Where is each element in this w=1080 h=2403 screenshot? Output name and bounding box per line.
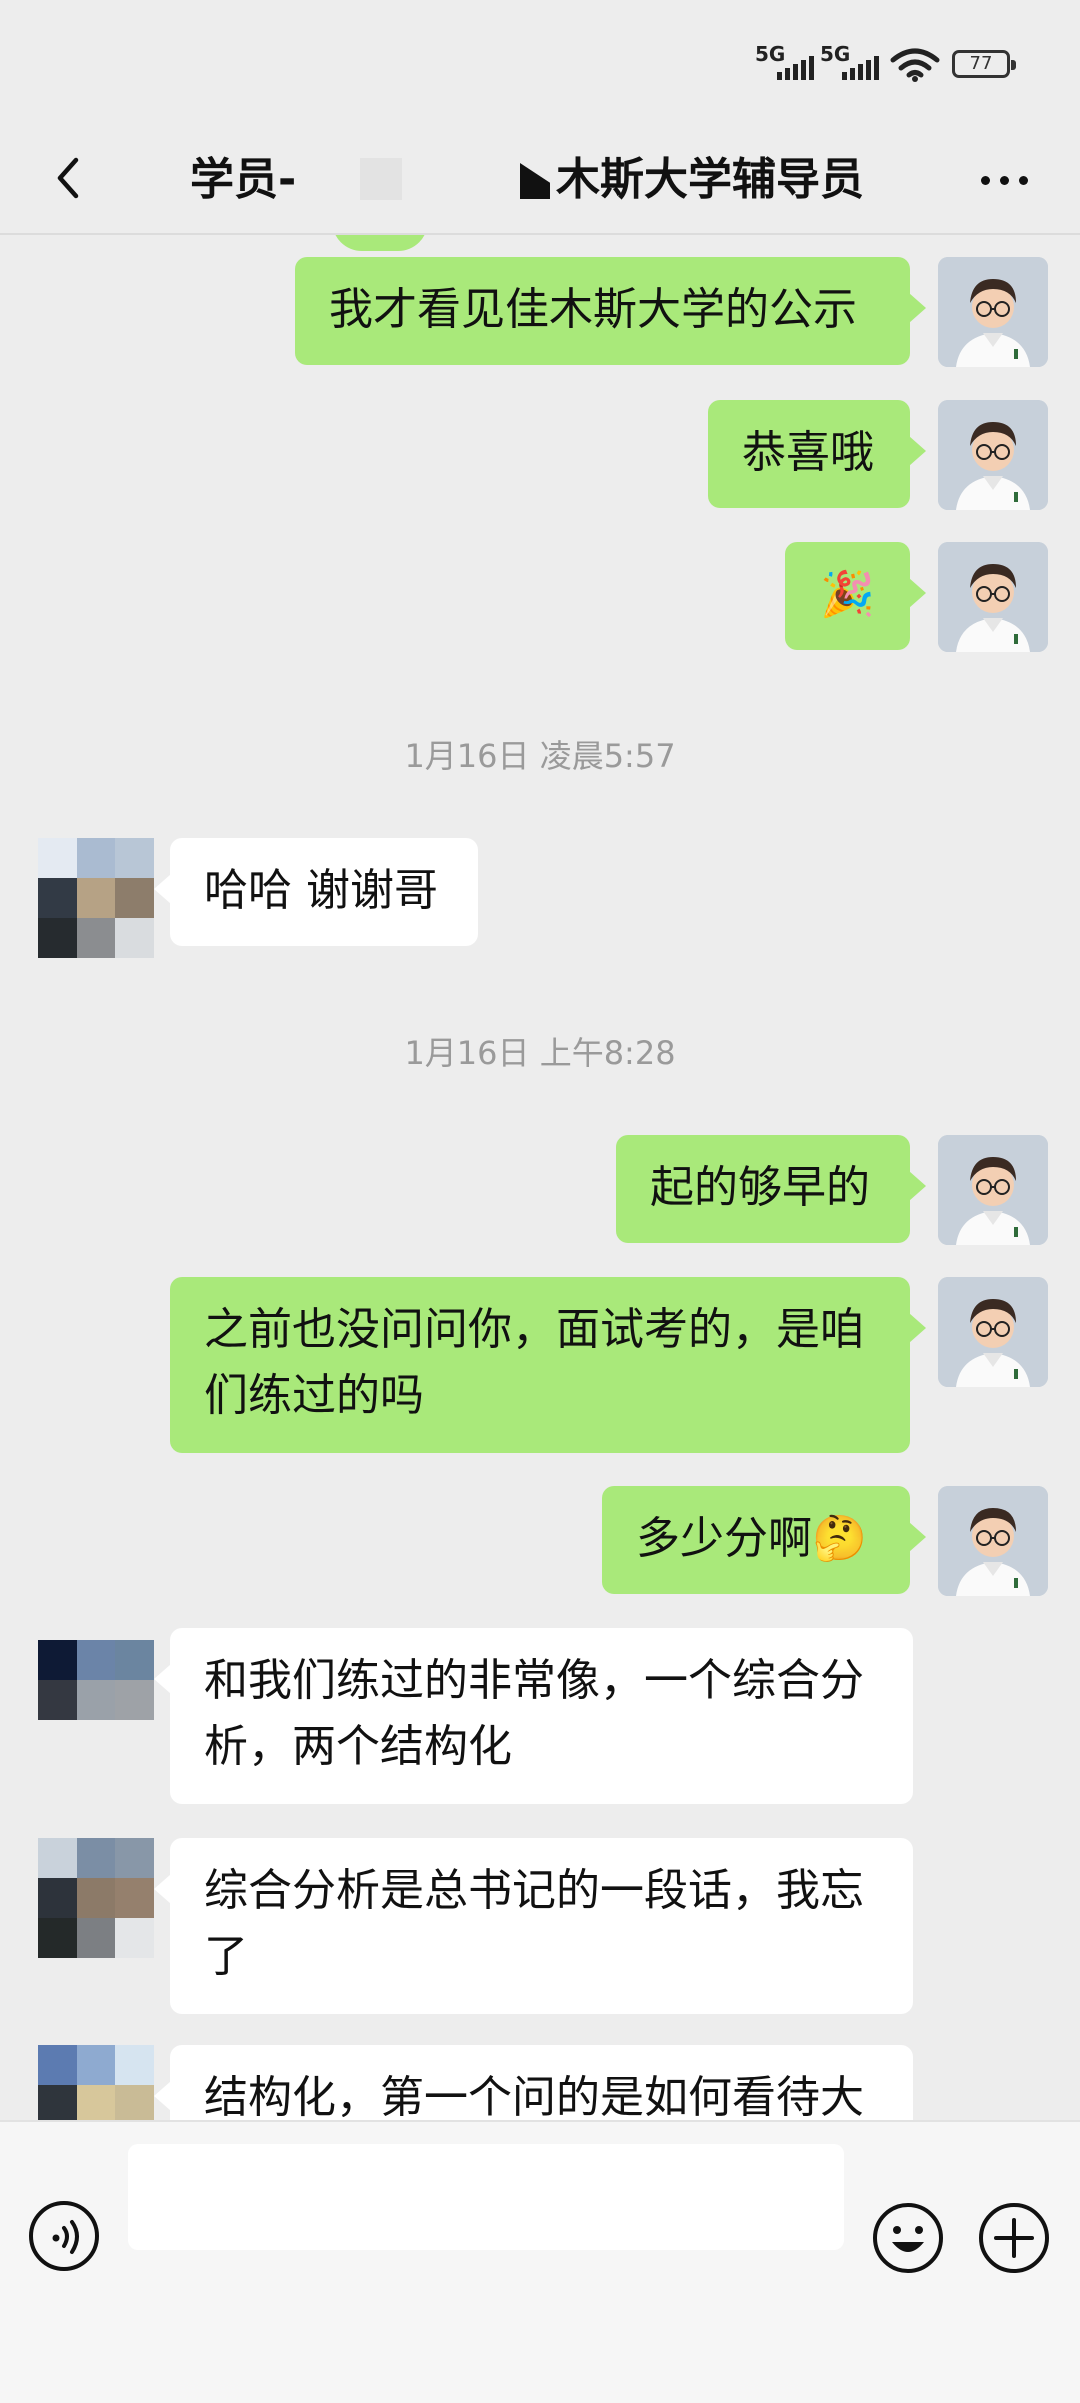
more-dots-icon[interactable]: [975, 170, 1035, 190]
party-popper-emoji: 🎉: [820, 569, 875, 620]
emoji-icon[interactable]: [870, 2200, 946, 2276]
redaction-block: [520, 163, 550, 199]
user-avatar-image: [938, 1486, 1048, 1596]
input-bar: [0, 2120, 1080, 2403]
chat-area[interactable]: 我才看见佳木斯大学的公示 恭喜哦 🎉 1月16日 凌晨5:57 哈哈 谢谢哥 1…: [0, 235, 1080, 2120]
avatar[interactable]: [938, 257, 1048, 367]
chat-title-part-2: 木斯大学辅导员: [556, 154, 864, 205]
status-bar: 5G 5G 77: [0, 0, 1080, 130]
message-text: 哈哈 谢谢哥: [204, 865, 438, 916]
user-avatar-image: [938, 1277, 1048, 1387]
avatar[interactable]: [938, 1277, 1048, 1387]
avatar[interactable]: [938, 1135, 1048, 1245]
message-timestamp: 1月16日 凌晨5:57: [404, 737, 676, 775]
message-text: 综合分析是总书记的一段话，我忘了: [204, 1865, 864, 1982]
message-timestamp: 1月16日 上午8:28: [404, 1034, 676, 1072]
chat-title-part-1: 学员-: [190, 154, 297, 205]
user-avatar-image: [938, 400, 1048, 510]
message-text: 多少分啊🤔: [636, 1513, 867, 1564]
message-input[interactable]: [128, 2144, 844, 2250]
previous-message-bubble: [332, 235, 428, 251]
avatar[interactable]: [938, 1486, 1048, 1596]
sent-message-bubble[interactable]: 我才看见佳木斯大学的公示: [295, 257, 926, 365]
battery-level: 77: [969, 53, 993, 74]
avatar[interactable]: [38, 838, 154, 958]
avatar[interactable]: [38, 2045, 154, 2120]
chat-header: 学员- 木斯大学辅导员: [0, 130, 1080, 235]
wifi-icon: [890, 48, 940, 82]
battery-indicator: 77: [952, 50, 1016, 78]
redaction-block: [360, 158, 402, 200]
message-text: 和我们练过的非常像，一个综合分析，两个结构化: [204, 1655, 864, 1772]
user-avatar-image: [938, 542, 1048, 652]
message-text: 我才看见佳木斯大学的公示: [329, 284, 857, 335]
message-text: 之前也没问问你，面试考的，是咱们练过的吗: [204, 1304, 864, 1421]
avatar[interactable]: [938, 542, 1048, 652]
avatar[interactable]: [938, 400, 1048, 510]
plus-icon[interactable]: [976, 2200, 1052, 2276]
input-bar-divider: [0, 2120, 1080, 2122]
user-avatar-image: [938, 1135, 1048, 1245]
sent-message-bubble[interactable]: 起的够早的: [616, 1135, 926, 1243]
sent-message-bubble[interactable]: 之前也没问问你，面试考的，是咱们练过的吗: [170, 1277, 926, 1453]
voice-icon[interactable]: [26, 2198, 102, 2274]
message-text: 起的够早的: [650, 1162, 870, 1213]
received-message-bubble[interactable]: 哈哈 谢谢哥: [154, 838, 478, 946]
sent-message-bubble[interactable]: 恭喜哦: [708, 400, 926, 508]
chevron-left-icon[interactable]: [40, 148, 100, 208]
avatar[interactable]: [38, 1640, 154, 1720]
sent-message-bubble[interactable]: 多少分啊🤔: [602, 1486, 926, 1594]
received-message-bubble[interactable]: 综合分析是总书记的一段话，我忘了: [154, 1838, 913, 2014]
message-text: 结构化，第一个问的是如何看待大: [204, 2072, 864, 2120]
message-text: 恭喜哦: [742, 427, 874, 478]
sent-message-bubble[interactable]: 🎉: [785, 542, 926, 650]
received-message-bubble[interactable]: 结构化，第一个问的是如何看待大: [154, 2045, 913, 2120]
received-message-bubble[interactable]: 和我们练过的非常像，一个综合分析，两个结构化: [154, 1628, 913, 1804]
user-avatar-image: [938, 257, 1048, 367]
avatar[interactable]: [38, 1838, 154, 1958]
